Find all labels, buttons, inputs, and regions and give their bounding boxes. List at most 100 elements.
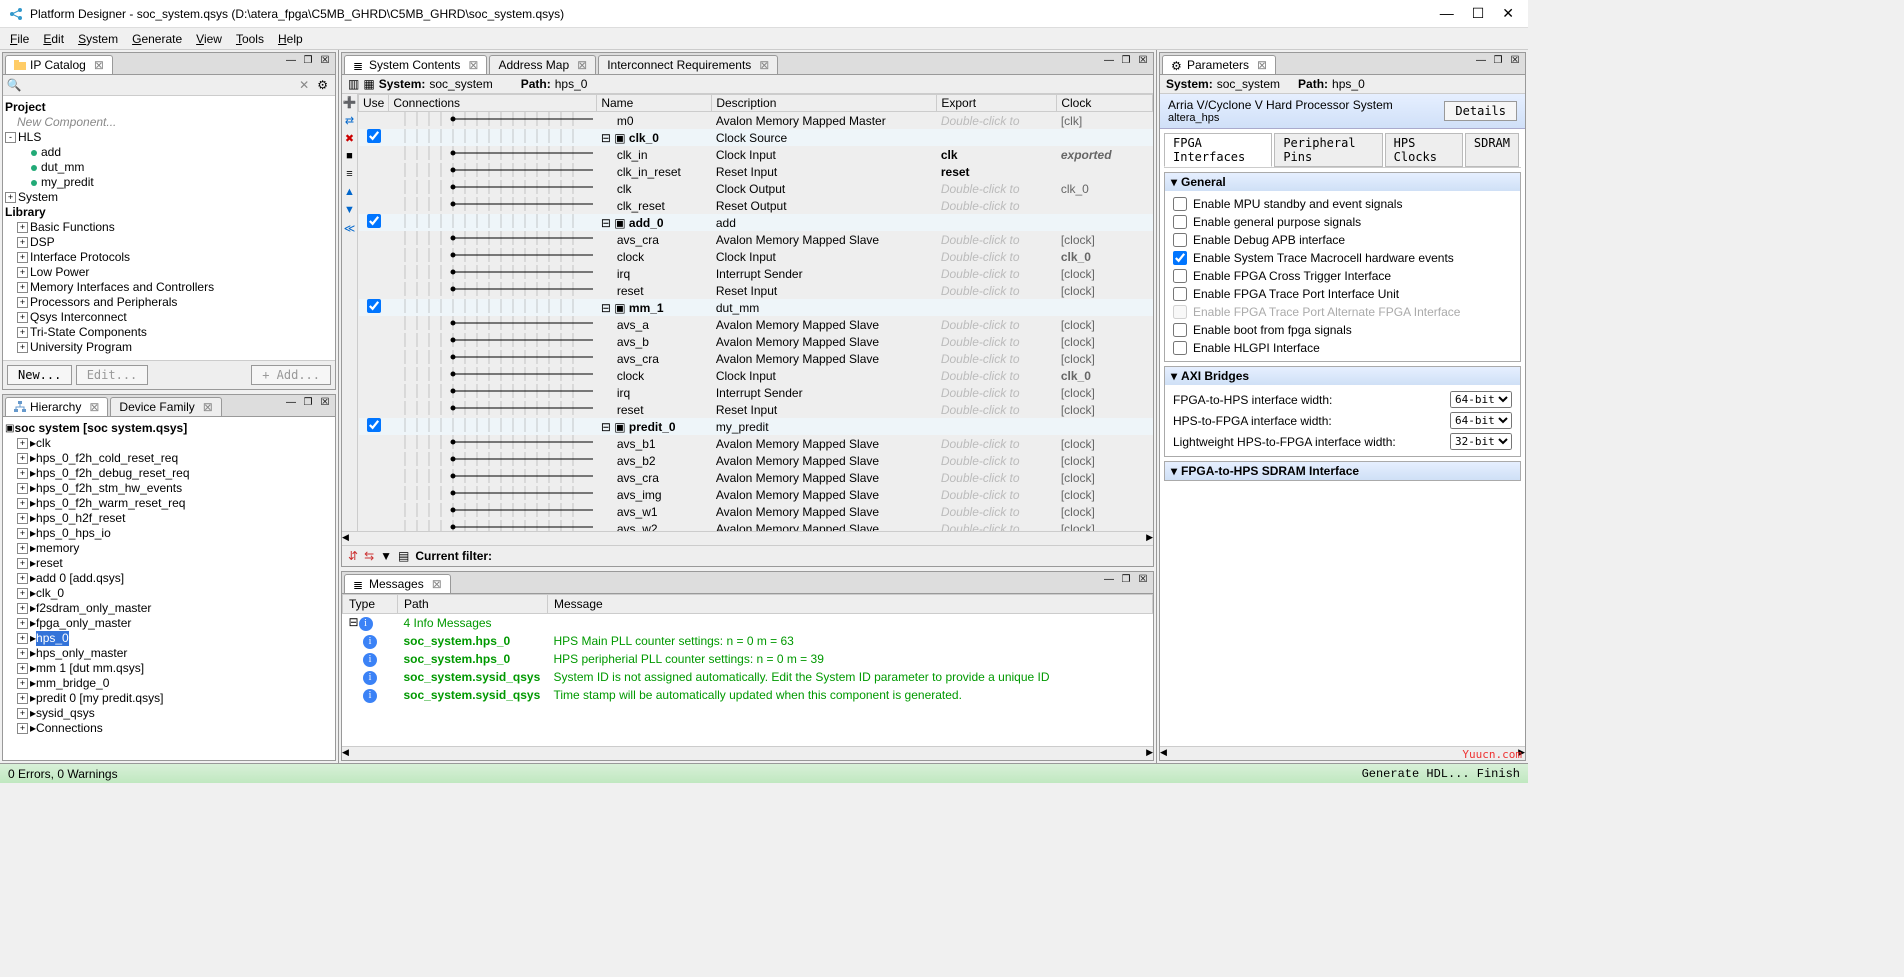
tab-interconnect-requirements[interactable]: Interconnect Requirements ⊠ [598, 55, 778, 74]
minimize-button[interactable]: — [1440, 5, 1454, 22]
tab-close-icon[interactable]: ⊠ [468, 58, 478, 72]
checkbox-row[interactable]: Enable FPGA Cross Trigger Interface [1173, 267, 1512, 285]
tree-item[interactable]: New Component... [5, 115, 333, 130]
tab-close-icon[interactable]: ⊠ [1257, 58, 1267, 72]
checkbox-row[interactable]: Enable MPU standby and event signals [1173, 195, 1512, 213]
table-row[interactable]: isoc_system.sysid_qsysSystem ID is not a… [343, 668, 1153, 686]
edit-button[interactable]: Edit... [76, 365, 149, 385]
use-checkbox[interactable] [367, 299, 381, 313]
horizontal-scrollbar[interactable] [342, 531, 1153, 545]
table-row[interactable]: clockClock InputDouble-click toclk_0 [359, 367, 1153, 384]
clear-search-icon[interactable]: ✕ [295, 78, 313, 92]
option-checkbox[interactable] [1173, 287, 1187, 301]
checkbox-row[interactable]: Enable Debug APB interface [1173, 231, 1512, 249]
new-button[interactable]: New... [7, 365, 72, 385]
option-checkbox[interactable] [1173, 251, 1187, 265]
tree-item[interactable]: +▸ add 0 [add.qsys] [5, 571, 333, 586]
toggle-icon[interactable]: ▦ [363, 77, 374, 91]
tree-item[interactable]: +▸ fpga_only_master [5, 616, 333, 631]
width-select[interactable]: 64-bit [1450, 412, 1512, 429]
table-row[interactable]: m0Avalon Memory Mapped MasterDouble-clic… [359, 112, 1153, 130]
tree-item[interactable]: +▸ hps_0 [5, 631, 333, 646]
tree-item[interactable]: +University Program [5, 340, 333, 355]
param-tab-hps-clocks[interactable]: HPS Clocks [1385, 133, 1463, 167]
toggle-icon[interactable]: ▥ [348, 77, 359, 91]
option-checkbox[interactable] [1173, 269, 1187, 283]
add-icon[interactable]: ➕ [343, 96, 357, 110]
table-row[interactable]: clk_in_resetReset Inputreset [359, 163, 1153, 180]
tab-parameters[interactable]: ⚙ Parameters ⊠ [1162, 55, 1276, 74]
checkbox-row[interactable]: Enable System Trace Macrocell hardware e… [1173, 249, 1512, 267]
checkbox-row[interactable]: Enable HLGPI Interface [1173, 339, 1512, 357]
tree-item[interactable]: +Low Power [5, 265, 333, 280]
width-select[interactable]: 32-bit [1450, 433, 1512, 450]
collapse-icon[interactable]: ▾ [1171, 175, 1177, 189]
checkbox-row[interactable]: Enable FPGA Trace Port Alternate FPGA In… [1173, 303, 1512, 321]
param-tab-fpga-interfaces[interactable]: FPGA Interfaces [1164, 133, 1272, 167]
tool-icon[interactable]: ■ [343, 150, 357, 164]
use-checkbox[interactable] [367, 214, 381, 228]
filter-icon[interactable]: ⇵ [348, 549, 358, 563]
tab-close-icon[interactable]: ⊠ [432, 577, 442, 591]
tree-item[interactable]: +▸ f2sdram_only_master [5, 601, 333, 616]
panel-restore-icon[interactable]: ❐ [1490, 54, 1506, 68]
table-row[interactable]: avs_b2Avalon Memory Mapped SlaveDouble-c… [359, 452, 1153, 469]
panel-minimize-icon[interactable]: — [1101, 54, 1117, 68]
tree-item[interactable]: Project [5, 100, 333, 115]
tree-item[interactable]: +▸ predit 0 [my predit.qsys] [5, 691, 333, 706]
tree-item[interactable]: +▸ clk [5, 436, 333, 451]
panel-minimize-icon[interactable]: — [283, 396, 299, 410]
use-checkbox[interactable] [367, 418, 381, 432]
maximize-button[interactable]: ☐ [1472, 5, 1485, 22]
table-row[interactable]: ⊟i4 Info Messages [343, 614, 1153, 633]
tree-item[interactable]: +▸ hps_0_f2h_stm_hw_events [5, 481, 333, 496]
tree-item[interactable]: +▸ mm_bridge_0 [5, 676, 333, 691]
move-up-icon[interactable]: ▲ [343, 186, 357, 200]
option-checkbox[interactable] [1173, 323, 1187, 337]
filter-funnel-icon[interactable]: ▼ [380, 549, 392, 563]
settings-icon[interactable]: ⚙ [313, 78, 332, 92]
tree-item[interactable]: +▸ hps_0_hps_io [5, 526, 333, 541]
tree-item[interactable]: +Interface Protocols [5, 250, 333, 265]
table-row[interactable]: resetReset InputDouble-click to[clock] [359, 282, 1153, 299]
horizontal-scrollbar[interactable] [342, 746, 1153, 760]
tree-item[interactable]: dut_mm [5, 160, 333, 175]
table-row[interactable]: avs_craAvalon Memory Mapped SlaveDouble-… [359, 469, 1153, 486]
table-row[interactable]: avs_b1Avalon Memory Mapped SlaveDouble-c… [359, 435, 1153, 452]
table-row[interactable]: isoc_system.sysid_qsysTime stamp will be… [343, 686, 1153, 704]
table-row[interactable]: avs_craAvalon Memory Mapped SlaveDouble-… [359, 231, 1153, 248]
tree-item[interactable]: my_predit [5, 175, 333, 190]
width-select[interactable]: 64-bit [1450, 391, 1512, 408]
table-row[interactable]: clk_inClock Inputclkexported [359, 146, 1153, 163]
menu-file[interactable]: File [4, 30, 35, 48]
table-row[interactable]: avs_w1Avalon Memory Mapped SlaveDouble-c… [359, 503, 1153, 520]
menu-generate[interactable]: Generate [126, 30, 188, 48]
tree-item[interactable]: +▸ sysid_qsys [5, 706, 333, 721]
menu-tools[interactable]: Tools [230, 30, 270, 48]
tree-item[interactable]: +▸ hps_0_h2f_reset [5, 511, 333, 526]
tree-item[interactable]: +▸ reset [5, 556, 333, 571]
table-row[interactable]: avs_bAvalon Memory Mapped SlaveDouble-cl… [359, 333, 1153, 350]
option-checkbox[interactable] [1173, 233, 1187, 247]
tree-item[interactable]: +Memory Interfaces and Controllers [5, 280, 333, 295]
panel-close-icon[interactable]: ☒ [1135, 573, 1151, 587]
collapse-icon[interactable]: ▾ [1171, 369, 1177, 383]
table-row[interactable]: irqInterrupt SenderDouble-click to[clock… [359, 384, 1153, 401]
table-row[interactable]: clkClock OutputDouble-click toclk_0 [359, 180, 1153, 197]
param-tab-sdram[interactable]: SDRAM [1465, 133, 1519, 167]
tab-system-contents[interactable]: ≣ System Contents ⊠ [344, 55, 487, 74]
table-row[interactable]: avs_imgAvalon Memory Mapped SlaveDouble-… [359, 486, 1153, 503]
table-row[interactable]: clockClock InputDouble-click toclk_0 [359, 248, 1153, 265]
tab-ip-catalog[interactable]: IP Catalog ⊠ [5, 55, 113, 74]
option-checkbox[interactable] [1173, 197, 1187, 211]
table-row[interactable]: ⊟ ▣ clk_0Clock Source [359, 129, 1153, 146]
tab-close-icon[interactable]: ⊠ [89, 400, 99, 414]
option-checkbox[interactable] [1173, 341, 1187, 355]
table-row[interactable]: irqInterrupt SenderDouble-click to[clock… [359, 265, 1153, 282]
close-button[interactable]: ✕ [1502, 5, 1514, 22]
tab-close-icon[interactable]: ⊠ [759, 58, 769, 72]
tree-item[interactable]: +Processors and Peripherals [5, 295, 333, 310]
panel-restore-icon[interactable]: ❐ [300, 396, 316, 410]
table-row[interactable]: ⊟ ▣ add_0add [359, 214, 1153, 231]
panel-close-icon[interactable]: ☒ [1135, 54, 1151, 68]
